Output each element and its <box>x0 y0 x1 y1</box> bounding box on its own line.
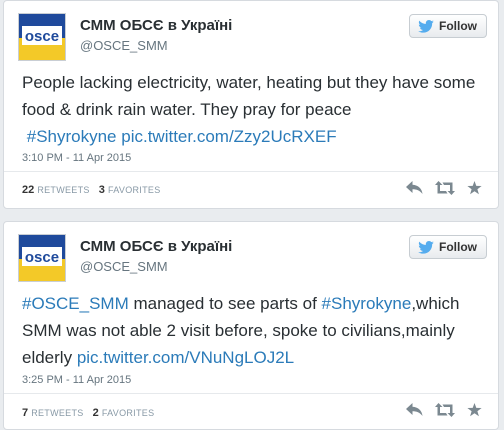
favorite-count[interactable]: 2 <box>93 407 99 419</box>
avatar-logo-text: osce <box>25 249 59 266</box>
timestamp[interactable]: 3:25 PM - 11 Apr 2015 <box>22 374 131 386</box>
favorite-label: FAVORITES <box>101 408 155 418</box>
follow-label: Follow <box>439 240 477 254</box>
author-handle[interactable]: @OSCE_SMM <box>80 259 168 274</box>
avatar-logo-text: osce <box>25 28 59 45</box>
tweet-actions <box>406 403 482 417</box>
favorite-icon[interactable] <box>467 403 482 417</box>
avatar[interactable]: osce <box>18 234 66 282</box>
retweet-count[interactable]: 22 <box>22 184 34 196</box>
tweet-stats: 22 RETWEETS 3 FAVORITES <box>22 184 167 196</box>
media-link[interactable]: pic.twitter.com/VNuNgLOJ2L <box>77 348 294 367</box>
tweet-card: osce СММ ОБСЄ в Україні @OSCE_SMM Follow… <box>3 0 499 209</box>
hashtag-link[interactable]: #Shyrokyne <box>27 127 117 146</box>
follow-button[interactable]: Follow <box>409 14 487 38</box>
divider <box>4 393 498 394</box>
favorite-label: FAVORITES <box>107 185 161 195</box>
twitter-bird-icon <box>418 19 434 33</box>
tweet-actions <box>406 181 482 195</box>
tweet-text: #OSCE_SMM managed to see parts of #Shyro… <box>22 290 482 371</box>
hashtag-link[interactable]: #OSCE_SMM <box>22 294 129 313</box>
tweet-text: People lacking electricity, water, heati… <box>22 69 482 150</box>
author-name[interactable]: СММ ОБСЄ в Україні <box>80 238 232 255</box>
follow-button[interactable]: Follow <box>409 235 487 259</box>
favorite-icon[interactable] <box>467 181 482 195</box>
author-handle[interactable]: @OSCE_SMM <box>80 38 168 53</box>
tweet-card: osce СММ ОБСЄ в Україні @OSCE_SMM Follow… <box>3 221 499 430</box>
follow-label: Follow <box>439 19 477 33</box>
reply-icon[interactable] <box>406 181 423 195</box>
twitter-bird-icon <box>418 240 434 254</box>
tweet-stats: 7 RETWEETS 2 FAVORITES <box>22 407 160 419</box>
retweet-count[interactable]: 7 <box>22 407 28 419</box>
media-link[interactable]: pic.twitter.com/Zzy2UcRXEF <box>121 127 336 146</box>
tweet-body: managed to see parts of <box>128 294 322 313</box>
retweet-icon[interactable] <box>435 181 455 195</box>
retweet-icon[interactable] <box>435 403 455 417</box>
favorite-count[interactable]: 3 <box>99 184 105 196</box>
reply-icon[interactable] <box>406 403 423 417</box>
author-name[interactable]: СММ ОБСЄ в Україні <box>80 17 232 34</box>
retweet-label: RETWEETS <box>31 408 84 418</box>
divider <box>4 171 498 172</box>
timestamp[interactable]: 3:10 PM - 11 Apr 2015 <box>22 152 131 164</box>
avatar[interactable]: osce <box>18 13 66 61</box>
tweet-body: People lacking electricity, water, heati… <box>22 73 476 119</box>
retweet-label: RETWEETS <box>37 185 90 195</box>
hashtag-link[interactable]: #Shyrokyne <box>322 294 412 313</box>
